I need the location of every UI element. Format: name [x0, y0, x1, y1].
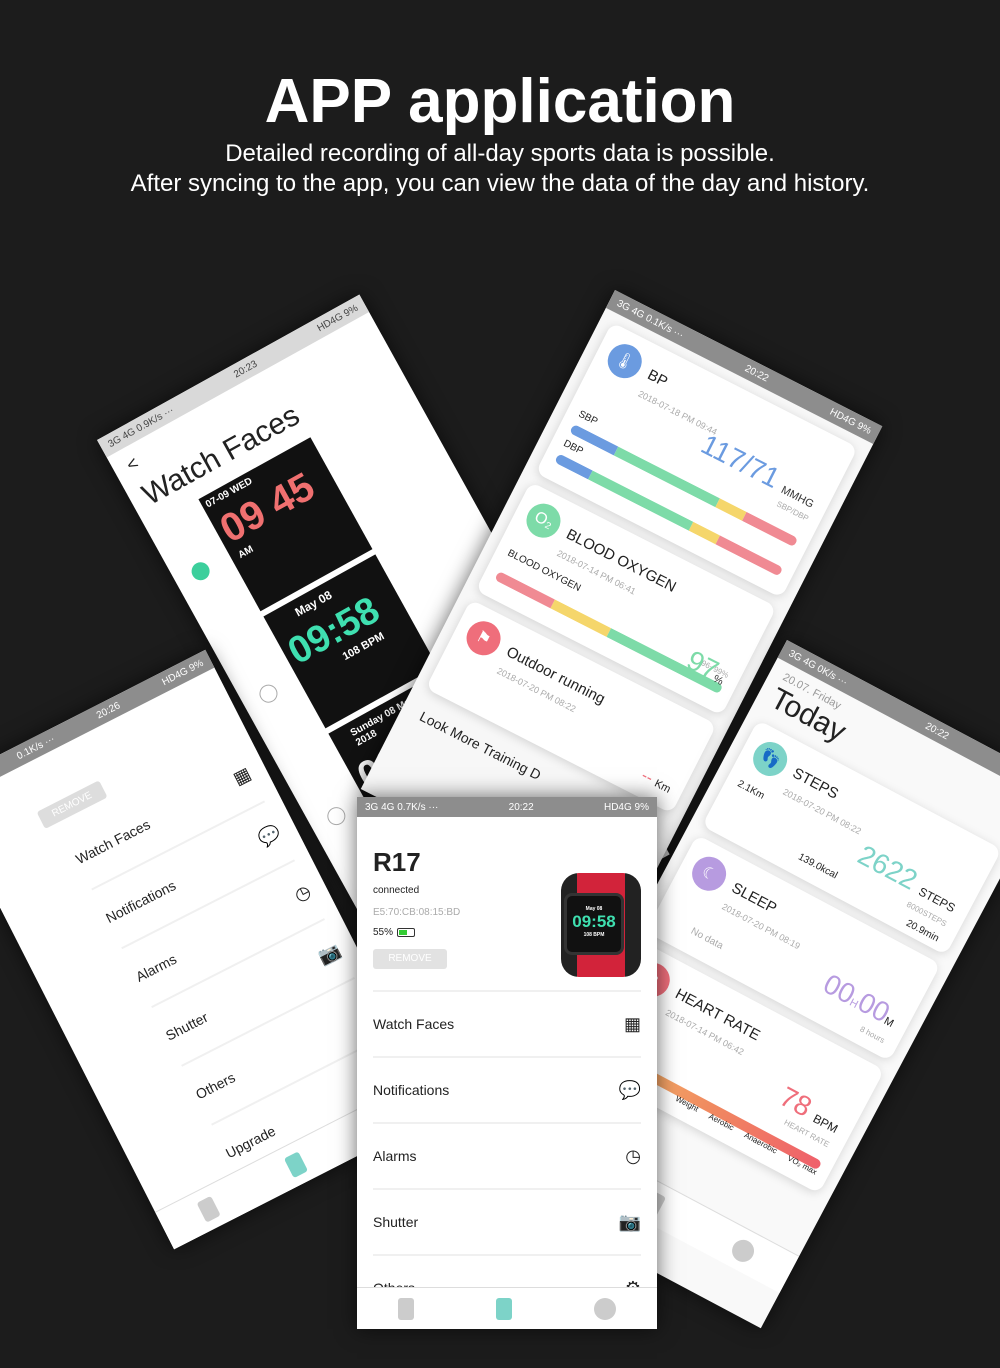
tick-label: 132	[703, 1082, 718, 1094]
clock-icon: ◷	[625, 1145, 641, 1166]
camera-icon: 📷	[618, 1211, 641, 1232]
battery-icon	[397, 928, 416, 937]
hero-title: APP application	[264, 67, 736, 136]
thermometer-icon: 🌡	[601, 338, 648, 385]
clock-icon: ◷	[290, 880, 314, 906]
device-name: R17	[373, 847, 421, 877]
tab-data[interactable]	[398, 1297, 414, 1320]
menu-label: Alarms	[133, 950, 180, 985]
sleep-nodata: No data	[688, 925, 725, 952]
hero-subtitle-1: Detailed recording of all-day sports dat…	[225, 140, 775, 167]
tab-device[interactable]	[496, 1297, 512, 1320]
tab-bar	[357, 1287, 657, 1329]
menu-label: Others	[192, 1069, 238, 1103]
menu-item-alarms[interactable]: Alarms ◷	[373, 1124, 641, 1190]
menu-item-shutter[interactable]: Shutter 📷	[373, 1190, 641, 1256]
menu-label: Notifications	[103, 877, 179, 927]
running-icon: ⚑	[460, 615, 507, 662]
status-time: 20:26	[94, 699, 122, 722]
watch-image: May 08 09:58 108 BPM	[561, 873, 641, 977]
menu-label: Watch Faces	[73, 816, 153, 868]
menu-item-notifications[interactable]: Notifications 💬	[373, 1058, 641, 1124]
menu-label: Watch Faces	[373, 1016, 455, 1032]
status-right: HD4G 9%	[603, 801, 649, 813]
menu-label: Shutter	[163, 1008, 211, 1044]
hero-subtitle-2: After syncing to the app, you can view t…	[130, 170, 870, 197]
tab-profile[interactable]	[594, 1297, 616, 1320]
watch-bpm: 108 BPM	[583, 932, 605, 938]
steps-distance: 2.1Km	[735, 778, 767, 802]
menu-label: Alarms	[373, 1148, 417, 1164]
watch-face-icon: ▦	[623, 1013, 641, 1034]
message-icon: 💬	[254, 821, 284, 850]
status-left: 3G 4G 0.7K/s ···	[365, 801, 439, 813]
face-radio[interactable]	[256, 681, 281, 706]
watch-time: 09:58	[572, 912, 616, 931]
status-left: 0.1K/s ···	[14, 733, 57, 762]
menu-item-watch-faces[interactable]: Watch Faces ▦	[373, 992, 641, 1058]
menu-label: Notifications	[373, 1082, 450, 1098]
watch-face-icon: ▦	[229, 762, 254, 789]
moon-icon: ☾	[686, 850, 733, 897]
camera-icon: 📷	[314, 939, 344, 968]
status-time: 20:22	[743, 362, 771, 385]
tick-label: 151	[752, 1107, 766, 1120]
oxygen-icon: O₂	[520, 497, 567, 544]
device-screen: 3G 4G 0.7K/s ··· 20:22 HD4G 9% R17 connect…	[357, 797, 657, 1329]
battery-percent: 55%	[373, 927, 394, 938]
running-unit: Km	[652, 777, 673, 796]
menu-label: Shutter	[373, 1214, 419, 1230]
message-icon: 💬	[618, 1079, 641, 1100]
steps-calories: 139.0kcal	[796, 851, 840, 882]
card-title: BP	[644, 365, 671, 391]
footprints-icon: 👣	[747, 736, 794, 783]
remove-button[interactable]: REMOVE	[373, 949, 447, 969]
status-right: HD4G 9%	[828, 406, 874, 437]
face-radio[interactable]	[324, 803, 349, 829]
tab-device[interactable]	[283, 1150, 308, 1178]
tab-data[interactable]	[196, 1195, 221, 1223]
tab-profile[interactable]	[728, 1235, 759, 1266]
status-time: 20:22	[508, 801, 534, 813]
connection-status: connected	[373, 885, 420, 896]
status-right: HD4G 9%	[160, 657, 206, 688]
mac-address: E5:70:CB:08:15:BD	[373, 907, 461, 918]
status-bar: 3G 4G 0.7K/s ··· 20:22 HD4G 9%	[357, 797, 657, 817]
face-radio-selected[interactable]	[188, 558, 213, 584]
